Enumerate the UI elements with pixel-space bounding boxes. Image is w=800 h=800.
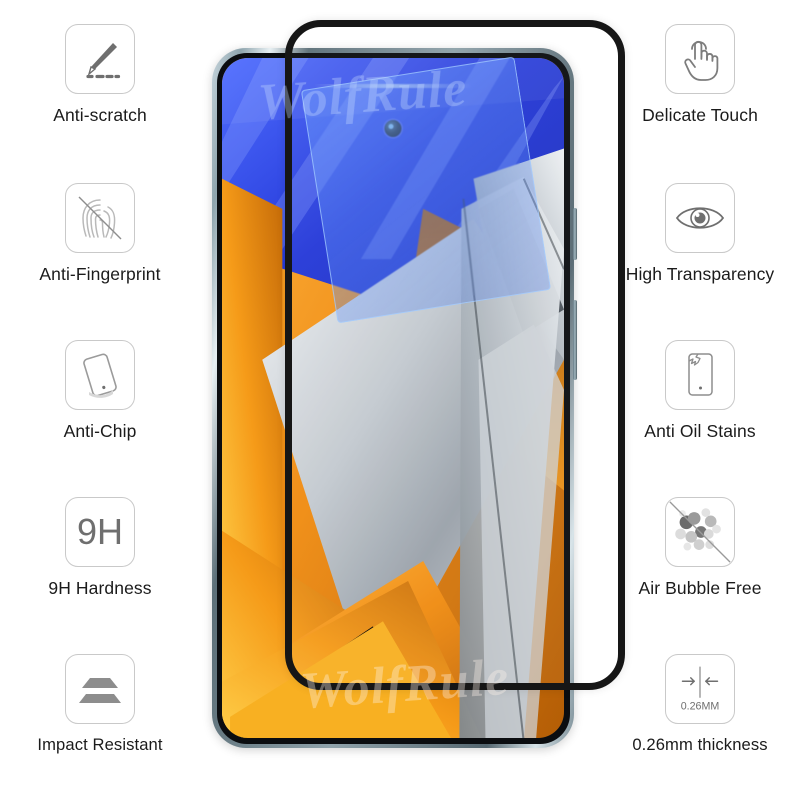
feature-9h-hardness: 9H 9H Hardness bbox=[0, 497, 200, 598]
thickness-icon-text: 0.26MM bbox=[681, 700, 720, 712]
feature-anti-scratch: Anti-scratch bbox=[0, 24, 200, 125]
feature-label: Impact Resistant bbox=[37, 735, 163, 754]
feature-label: 9H Hardness bbox=[48, 578, 152, 598]
feature-label: Anti-scratch bbox=[53, 105, 147, 125]
feature-air-bubble-free: Air Bubble Free bbox=[600, 497, 800, 598]
scratch-blade-icon bbox=[65, 24, 135, 94]
protective-film-panel bbox=[300, 56, 552, 324]
phone-crack-icon bbox=[665, 340, 735, 410]
feature-delicate-touch: Delicate Touch bbox=[600, 24, 800, 125]
feature-high-transparency: High Transparency bbox=[600, 183, 800, 284]
fingerprint-icon bbox=[65, 183, 135, 253]
feature-label: Anti Oil Stains bbox=[644, 421, 756, 441]
feature-anti-fingerprint: Anti-Fingerprint bbox=[0, 183, 200, 284]
feature-label: Anti-Fingerprint bbox=[39, 264, 161, 284]
hardness-icon-text: 9H bbox=[76, 511, 124, 552]
feature-label: Anti-Chip bbox=[63, 421, 137, 441]
feature-column-left: Anti-scratch Anti-Fingerprint Anti-Chip … bbox=[0, 0, 200, 800]
feature-anti-oil-stains: Anti Oil Stains bbox=[600, 340, 800, 441]
hardness-9h-icon: 9H bbox=[65, 497, 135, 567]
feature-label: Delicate Touch bbox=[642, 105, 758, 125]
thickness-arrows-icon: 0.26MM bbox=[665, 654, 735, 724]
product-feature-board: Anti-scratch Anti-Fingerprint Anti-Chip … bbox=[0, 0, 800, 800]
impact-layers-icon bbox=[65, 654, 135, 724]
feature-label: 0.26mm thickness bbox=[632, 735, 768, 754]
feature-impact-resistant: Impact Resistant bbox=[0, 654, 200, 754]
feature-thickness: 0.26MM 0.26mm thickness bbox=[600, 654, 800, 754]
feature-anti-chip: Anti-Chip bbox=[0, 340, 200, 441]
feature-column-right: Delicate Touch High Transparency Anti Oi… bbox=[600, 0, 800, 800]
phone-tilt-icon bbox=[65, 340, 135, 410]
bubbles-icon bbox=[665, 497, 735, 567]
feature-label: High Transparency bbox=[625, 264, 775, 284]
phone-product-photo: WolfRule WolfRule bbox=[200, 0, 625, 800]
eye-icon bbox=[665, 183, 735, 253]
touch-hand-icon bbox=[665, 24, 735, 94]
feature-label: Air Bubble Free bbox=[638, 578, 762, 598]
